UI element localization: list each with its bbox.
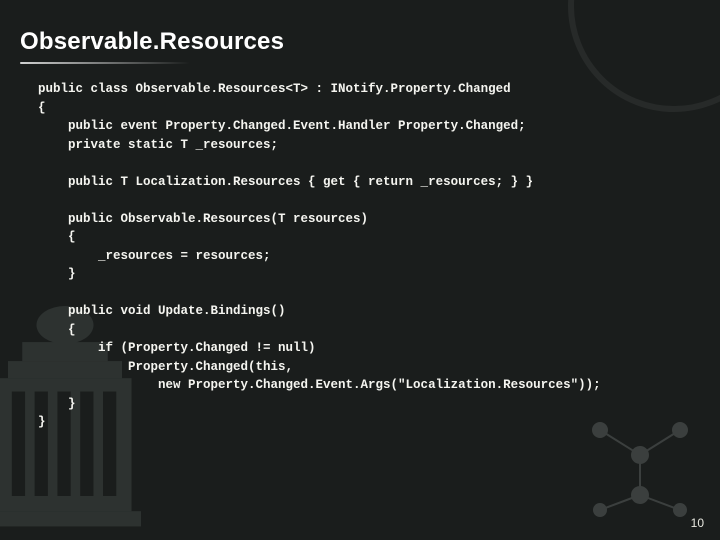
code-line: { bbox=[38, 323, 76, 337]
code-line: Property.Changed(this, bbox=[38, 360, 293, 374]
code-line: public void Update.Bindings() bbox=[38, 304, 286, 318]
code-line: { bbox=[38, 230, 76, 244]
slide-title: Observable.Resources bbox=[20, 28, 692, 56]
code-line: } bbox=[38, 415, 46, 429]
code-block: public class Observable.Resources<T> : I… bbox=[38, 80, 692, 432]
code-line: if (Property.Changed != null) bbox=[38, 341, 316, 355]
title-underline bbox=[20, 62, 190, 64]
code-line: new Property.Changed.Event.Args("Localiz… bbox=[38, 378, 601, 392]
code-line: { bbox=[38, 101, 46, 115]
code-line: } bbox=[38, 267, 76, 281]
code-line: _resources = resources; bbox=[38, 249, 271, 263]
code-line: public event Property.Changed.Event.Hand… bbox=[38, 119, 526, 133]
code-line: public class Observable.Resources<T> : I… bbox=[38, 82, 511, 96]
page-number: 10 bbox=[691, 516, 704, 530]
code-line: public Observable.Resources(T resources) bbox=[38, 212, 368, 226]
code-line: public T Localization.Resources { get { … bbox=[38, 175, 533, 189]
slide-content: Observable.Resources public class Observ… bbox=[0, 0, 720, 432]
code-line: private static T _resources; bbox=[38, 138, 278, 152]
code-line: } bbox=[38, 397, 76, 411]
